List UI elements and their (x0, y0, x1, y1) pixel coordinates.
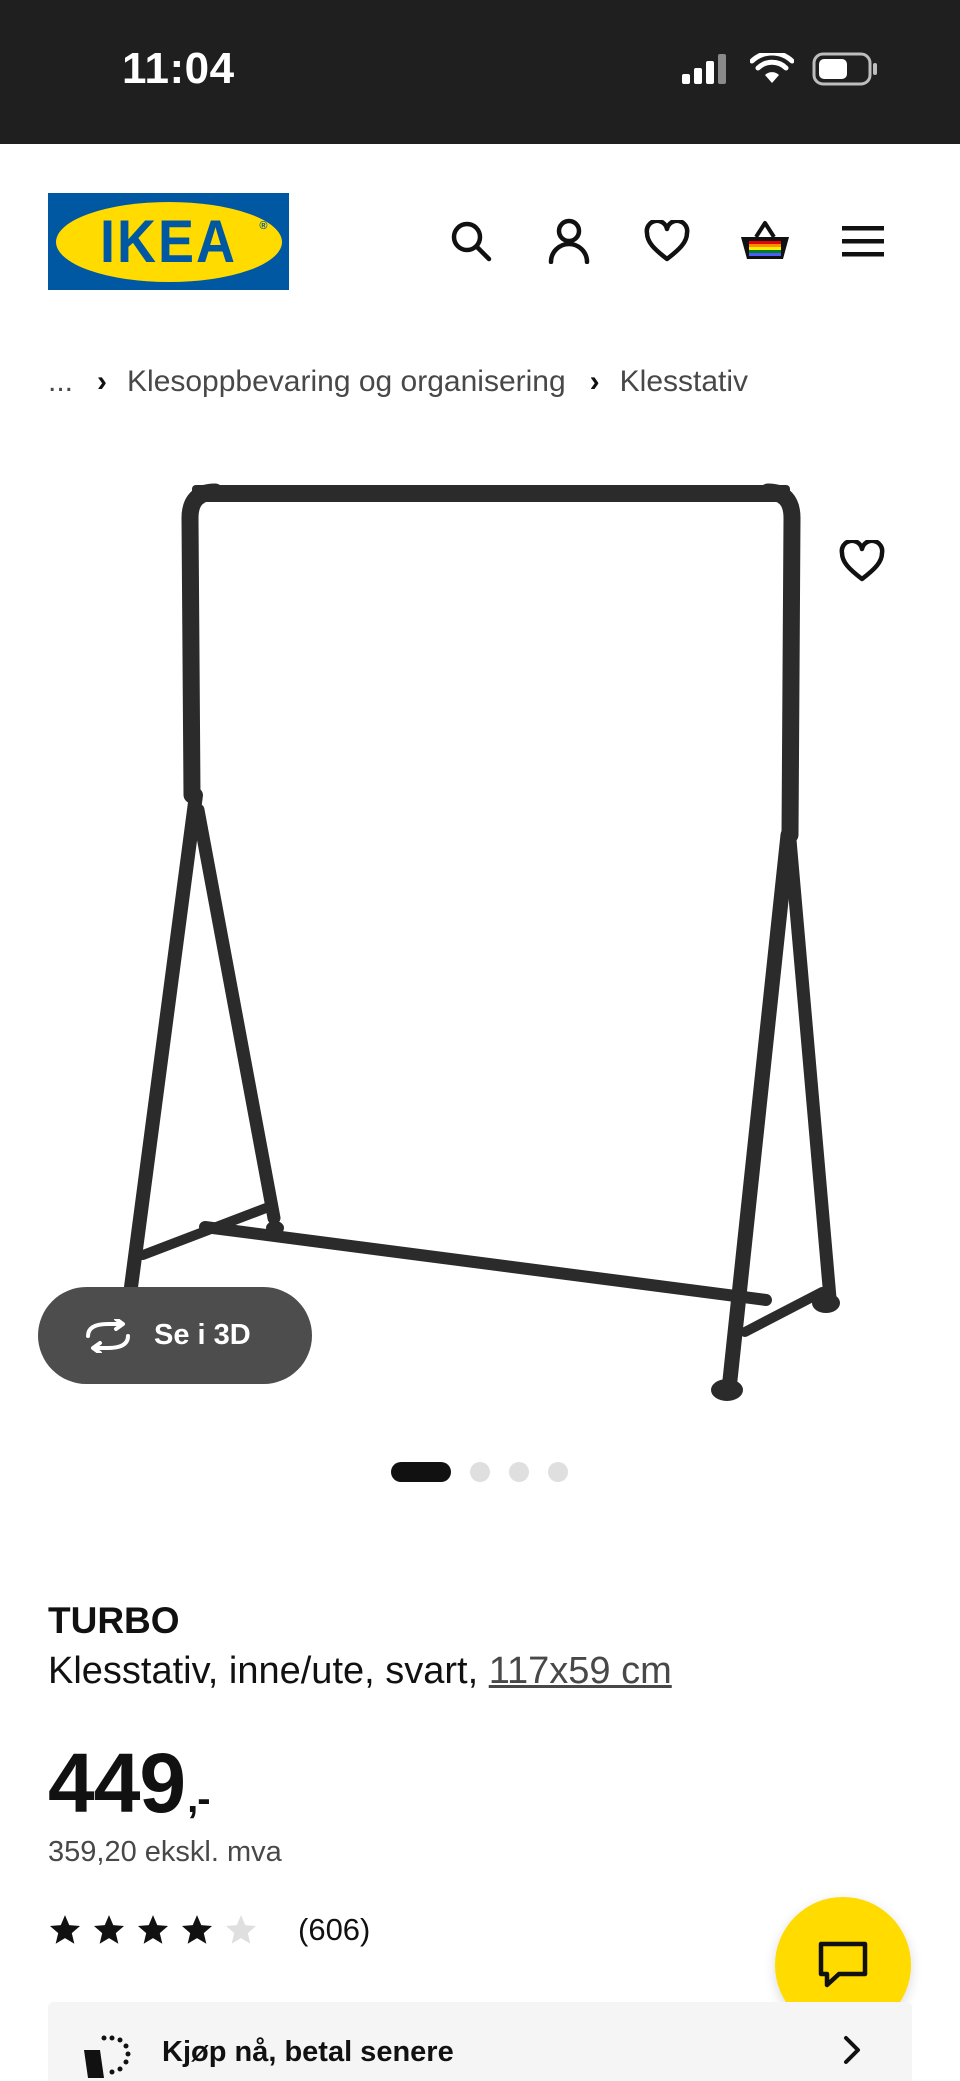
price-value: 449 (48, 1736, 186, 1830)
product-description-text: Klesstativ, inne/ute, svart, (48, 1650, 489, 1692)
status-icons (682, 52, 878, 86)
chevron-right-icon: › (97, 365, 108, 398)
breadcrumb: ... › Klesoppbevaring og organisering › … (48, 360, 748, 404)
product-name: TURBO (48, 1600, 180, 1641)
rotate-3d-icon (86, 1318, 130, 1353)
price-suffix: ,- (187, 1777, 210, 1821)
product-description: Klesstativ, inne/ute, svart, 117x59 cm (48, 1650, 672, 1693)
chevron-right-icon (844, 2036, 860, 2064)
breadcrumb-item-clothes-storage[interactable]: Klesoppbevaring og organisering (127, 365, 566, 399)
logo-oval: IKEA ® (55, 201, 282, 282)
view-in-3d-button[interactable]: Se i 3D (38, 1287, 312, 1384)
product-size-link[interactable]: 117x59 cm (489, 1650, 672, 1692)
account-icon[interactable] (534, 206, 604, 276)
carousel-dot[interactable] (548, 1462, 568, 1482)
status-time: 11:04 (122, 44, 235, 93)
star-filled-icon (49, 1915, 81, 1944)
signal-icon (682, 54, 726, 84)
payment-plan-icon (84, 2035, 131, 2078)
menu-icon[interactable] (828, 206, 898, 276)
pay-later-label: Kjøp nå, betal senere (162, 2036, 454, 2068)
ikea-logo[interactable]: IKEA ® (48, 193, 289, 290)
view-in-3d-label: Se i 3D (154, 1319, 251, 1351)
breadcrumb-ellipsis[interactable]: ... (48, 365, 73, 399)
carousel-dot[interactable] (470, 1462, 490, 1482)
battery-icon (812, 52, 877, 86)
logo-text: IKEA (99, 207, 237, 276)
wifi-icon (750, 53, 794, 83)
carousel-dot[interactable] (391, 1462, 451, 1482)
registered-mark: ® (259, 219, 268, 232)
star-empty-icon (225, 1915, 257, 1944)
star-filled-icon (137, 1915, 169, 1944)
chevron-right-icon: › (589, 365, 600, 398)
rating[interactable]: (606) (48, 1912, 370, 1948)
carousel-indicator (391, 1462, 568, 1482)
star-filled-icon (181, 1915, 213, 1944)
search-icon[interactable] (436, 206, 506, 276)
heart-icon (839, 540, 885, 582)
breadcrumb-item-clothes-rack[interactable]: Klesstativ (620, 365, 748, 399)
heart-icon[interactable] (632, 206, 702, 276)
pay-later-row[interactable]: Kjøp nå, betal senere (48, 2002, 912, 2081)
carousel-dot[interactable] (509, 1462, 529, 1482)
price-excluding-vat: 359,20 ekskl. mva (48, 1836, 282, 1868)
site-header: IKEA ® (0, 144, 960, 344)
star-filled-icon (93, 1915, 125, 1944)
cart-icon[interactable] (730, 206, 800, 276)
review-count: (606) (298, 1912, 371, 1947)
favorite-button[interactable] (827, 526, 897, 596)
status-bar: 11:04 (0, 0, 960, 144)
product-price: 449,- (48, 1735, 211, 1832)
chat-icon (818, 1941, 868, 1988)
